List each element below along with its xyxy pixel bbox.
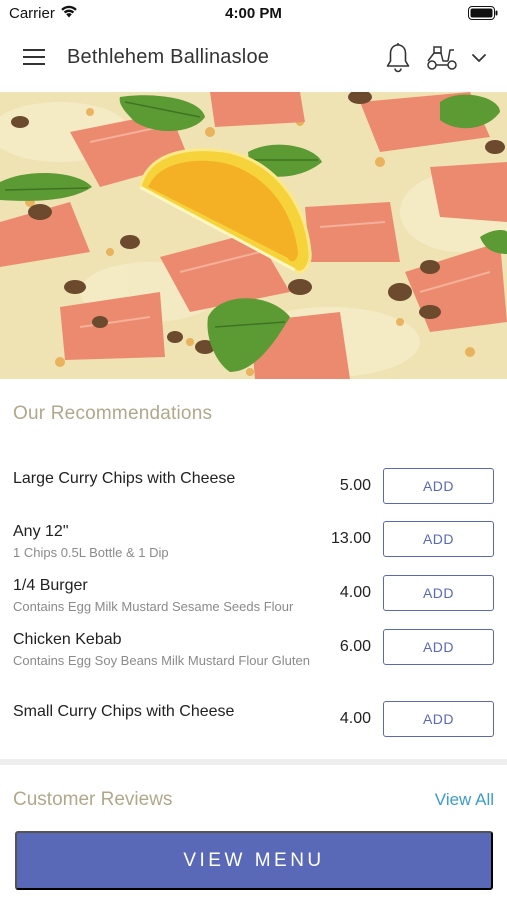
battery-icon <box>468 6 498 20</box>
recommendations-title: Our Recommendations <box>13 403 213 424</box>
add-button[interactable]: ADD <box>383 521 494 557</box>
hero-food-image <box>0 92 507 379</box>
item-description: Contains Egg Milk Mustard Sesame Seeds F… <box>13 599 294 614</box>
section-divider <box>0 759 507 765</box>
item-description: 1 Chips 0.5L Bottle & 1 Dip <box>13 545 169 560</box>
status-time: 4:00 PM <box>225 5 282 22</box>
chevron-down-icon[interactable] <box>468 48 490 68</box>
add-button[interactable]: ADD <box>383 629 494 665</box>
scooter-icon[interactable] <box>425 44 459 72</box>
item-name: Any 12" <box>13 523 69 540</box>
bell-icon[interactable] <box>384 42 412 74</box>
item-price: 5.00 <box>339 477 371 494</box>
view-menu-button[interactable]: VIEW MENU <box>15 831 493 890</box>
view-all-link[interactable]: View All <box>435 790 494 810</box>
add-button[interactable]: ADD <box>383 575 494 611</box>
item-name: Large Curry Chips with Cheese <box>13 470 236 487</box>
item-price: 4.00 <box>339 584 371 601</box>
item-price: 6.00 <box>339 638 371 655</box>
item-name: 1/4 Burger <box>13 577 88 594</box>
reviews-title: Customer Reviews <box>13 789 173 810</box>
item-name: Chicken Kebab <box>13 631 122 648</box>
item-price: 13.00 <box>330 530 371 547</box>
hamburger-menu-icon <box>23 48 45 70</box>
add-button[interactable]: ADD <box>383 701 494 737</box>
menu-button[interactable] <box>18 44 50 74</box>
item-description: Contains Egg Soy Beans Milk Mustard Flou… <box>13 653 310 668</box>
add-button[interactable]: ADD <box>383 468 494 504</box>
status-bar: Carrier 4:00 PM <box>0 0 507 26</box>
store-title[interactable]: Bethlehem Ballinasloe <box>67 46 269 69</box>
item-price: 4.00 <box>339 710 371 727</box>
app-header: Bethlehem Ballinasloe <box>0 26 507 92</box>
item-name: Small Curry Chips with Cheese <box>13 703 235 720</box>
